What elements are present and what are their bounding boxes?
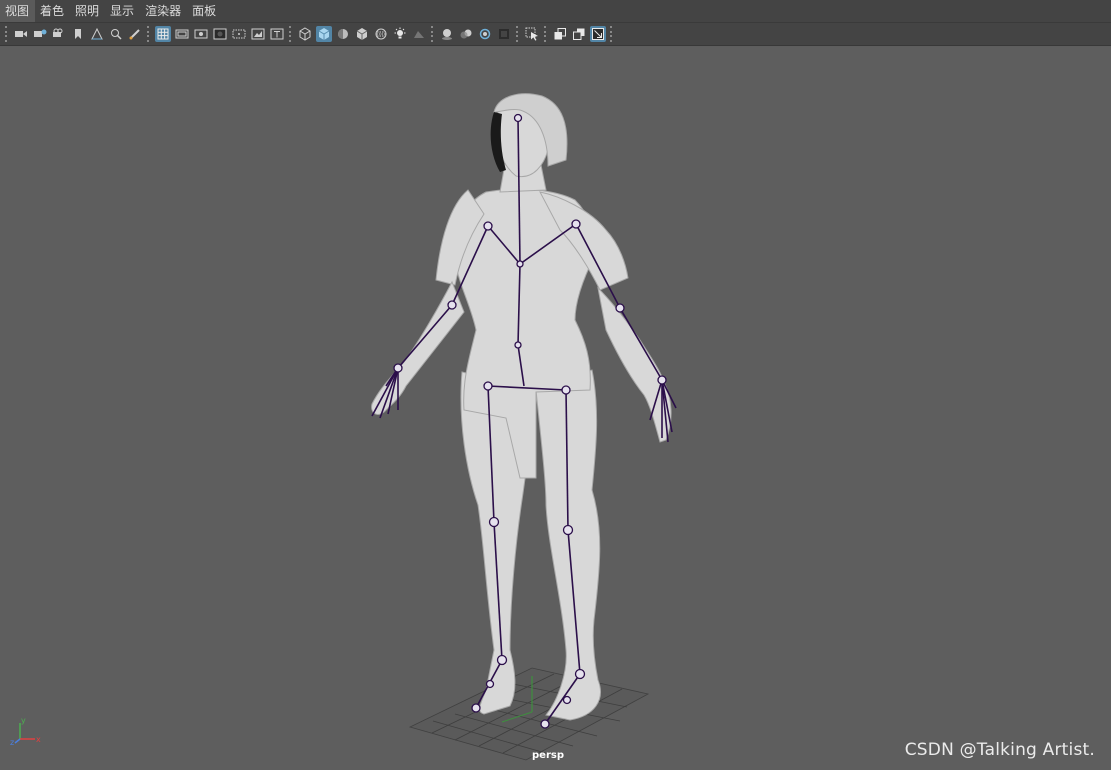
smooth-shade-icon[interactable]: [315, 26, 332, 42]
toolbar-end-handle: [610, 26, 613, 42]
toolbar-divider: [431, 26, 434, 42]
depth-of-field-icon[interactable]: [496, 26, 512, 42]
resolution-gate-icon[interactable]: [193, 26, 209, 42]
safe-action-icon[interactable]: [250, 26, 266, 42]
toggle-hud-icon[interactable]: [589, 26, 606, 42]
y-axis-label: y: [21, 716, 26, 725]
menu-panels[interactable]: 面板: [187, 0, 222, 22]
panel-toolbar: [0, 22, 1111, 46]
xray-joints-icon[interactable]: [552, 26, 568, 42]
bookmark-icon[interactable]: [70, 26, 86, 42]
xray-active-icon[interactable]: [571, 26, 587, 42]
menu-shading[interactable]: 着色: [35, 0, 70, 22]
film-gate-icon[interactable]: [174, 26, 190, 42]
xray-icon[interactable]: [373, 26, 389, 42]
perspective-viewport[interactable]: y x z persp: [0, 47, 1111, 770]
z-axis-line: [14, 738, 21, 744]
z-axis-label: z: [10, 738, 14, 747]
ground-grid: [408, 667, 650, 761]
menu-show[interactable]: 显示: [105, 0, 140, 22]
grid-icon[interactable]: [154, 26, 171, 42]
character-mesh[interactable]: [371, 93, 672, 721]
default-material-icon[interactable]: [335, 26, 351, 42]
use-default-lighting-icon[interactable]: [392, 26, 408, 42]
camera-lock-icon[interactable]: [51, 26, 67, 42]
camera-attributes-icon[interactable]: [32, 26, 48, 42]
textured-icon[interactable]: [354, 26, 370, 42]
gate-mask-icon[interactable]: [212, 26, 228, 42]
menu-lighting[interactable]: 照明: [70, 0, 105, 22]
menu-view[interactable]: 视图: [0, 0, 36, 22]
ambient-occlusion-icon[interactable]: [439, 26, 455, 42]
wireframe-icon[interactable]: [297, 26, 313, 42]
toolbar-divider: [147, 26, 150, 42]
isolate-select-icon[interactable]: [524, 26, 540, 42]
field-chart-icon[interactable]: [231, 26, 247, 42]
menu-renderer[interactable]: 渲染器: [140, 0, 187, 22]
toolbar-divider: [289, 26, 292, 42]
view-axis-gizmo: y x z: [10, 715, 46, 752]
toolbar-divider: [544, 26, 547, 42]
camera-icon[interactable]: [13, 26, 29, 42]
grease-pencil-icon[interactable]: [127, 26, 143, 42]
motion-blur-icon[interactable]: [458, 26, 474, 42]
scene-canvas: [371, 93, 677, 761]
image-plane-icon[interactable]: [89, 26, 105, 42]
two-d-pan-icon[interactable]: [108, 26, 124, 42]
watermark-text: CSDN @Talking Artist.: [904, 740, 1095, 760]
toolbar-divider: [516, 26, 519, 42]
viewport-menubar: 视图 着色 照明 显示 渲染器 面板: [0, 0, 1111, 22]
x-axis-label: x: [36, 735, 41, 744]
camera-name-label: persp: [532, 750, 564, 761]
safe-title-icon[interactable]: [269, 26, 285, 42]
shadows-icon[interactable]: [411, 26, 427, 42]
toolbar-handle[interactable]: [5, 26, 8, 42]
anti-aliasing-icon[interactable]: [477, 26, 493, 42]
